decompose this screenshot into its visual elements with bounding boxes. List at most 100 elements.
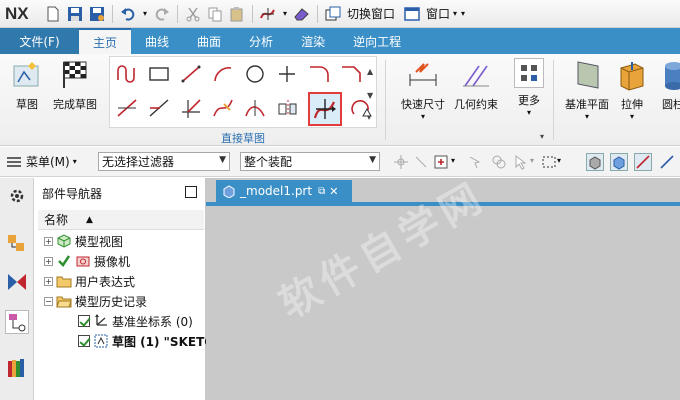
extrude-button[interactable]: 拉伸 ▾ [614,58,650,121]
window-menu[interactable]: 窗口 ▾ ▾ [401,4,465,24]
tree-row-user-expressions[interactable]: + 用户表达式 [44,271,135,291]
chevron-down-icon[interactable]: ▾ [397,112,449,121]
expand-icon[interactable]: + [44,256,53,266]
redo-icon[interactable] [152,4,172,24]
reuse-library-icon[interactable] [5,356,29,380]
quick-trim-icon[interactable] [114,95,140,121]
sketch-curve-on-face-icon[interactable] [308,92,342,126]
visibility-checkbox[interactable] [78,315,90,327]
profile-icon[interactable] [114,61,140,87]
gear-icon[interactable] [5,184,29,208]
switch-window-icon[interactable] [323,4,343,24]
finish-flag-icon [58,58,92,92]
cut-icon[interactable] [183,4,203,24]
assembly-navigator-icon[interactable] [5,230,29,254]
view-shaded-icon[interactable] [586,153,604,171]
finish-sketch-button[interactable]: 完成草图 [52,58,98,112]
copy-icon[interactable] [205,4,225,24]
tab-home[interactable]: 主页 [79,28,132,54]
circle-icon[interactable] [242,61,268,87]
intersection-snap-icon[interactable] [490,153,508,171]
save-as-icon[interactable] [87,4,107,24]
tab-reverse-engineering[interactable]: 逆向工程 [339,28,415,54]
tree-row-datum-csys[interactable]: 基准坐标系 (0) [78,311,193,331]
maximize-icon[interactable] [185,186,197,198]
eraser-icon[interactable] [292,4,312,24]
make-corner-icon[interactable] [178,95,204,121]
cylinder-button[interactable]: 圆柱 [654,58,680,112]
chevron-down-icon[interactable]: ▼ [367,91,373,100]
save-icon[interactable] [65,4,85,24]
derived-lines-icon[interactable] [242,95,268,121]
new-file-icon[interactable] [43,4,63,24]
menu-button[interactable]: 菜单(M) ▾ [6,153,77,170]
mirror-curve-icon[interactable] [274,95,300,121]
type-filter-select[interactable]: 无选择过滤器 ▼ [98,152,230,171]
tree-row-model-views[interactable]: + 模型视图 [44,231,123,251]
point-icon[interactable] [274,61,300,87]
chevron-down-icon[interactable]: ▾ [530,156,534,165]
undo-icon[interactable] [118,4,138,24]
sketch-button[interactable]: 草图 [4,58,50,112]
expand-icon[interactable]: + [44,276,53,286]
part-navigator-icon[interactable] [5,310,29,334]
chamfer-icon[interactable] [338,61,364,87]
chevron-up-icon[interactable]: ▲ [367,67,373,76]
chevron-down-icon[interactable]: ▾ [461,9,465,18]
chevron-down-icon[interactable]: ▾ [557,156,561,165]
close-icon[interactable]: ✕ [329,185,338,198]
sketch-curve-icon[interactable] [258,4,278,24]
switch-window-label[interactable]: 切换窗口 [347,5,395,22]
rectangle-select-icon[interactable] [540,153,558,171]
expand-gallery-icon[interactable]: ▾ [367,113,371,122]
paste-icon[interactable] [227,4,247,24]
undo-dropdown-icon[interactable]: ▾ [140,4,150,24]
tree-row-model-history[interactable]: − 模型历史记录 [44,291,147,311]
fillet-icon[interactable] [306,61,332,87]
point-select-icon[interactable] [412,153,430,171]
navigator-header: 部件导航器 [34,178,206,208]
curve-snap-icon[interactable] [634,153,652,171]
tab-analysis[interactable]: 分析 [235,28,287,54]
tab-file[interactable]: 文件(F) [0,28,79,54]
studio-spline-icon[interactable] [210,95,236,121]
window-icon [402,4,422,24]
tab-surface[interactable]: 曲面 [183,28,235,54]
line-icon[interactable] [178,61,204,87]
selection-scope-select[interactable]: 整个装配 ▼ [240,152,380,171]
selection-options-icon[interactable] [432,153,450,171]
curve-dropdown-icon[interactable]: ▾ [280,4,290,24]
chevron-down-icon[interactable]: ▾ [540,132,544,141]
geometric-constraints-button[interactable]: 几何约束 [450,58,502,112]
chevron-down-icon[interactable]: ▾ [614,112,650,121]
rapid-dimension-button[interactable]: 快速尺寸 ▾ [397,58,449,121]
chevron-down-icon[interactable]: ▾ [509,108,549,117]
tree-row-label: 草图 (1) "SKETC [112,334,214,349]
cursor-select-icon[interactable] [512,153,530,171]
chevron-down-icon: ▾ [72,157,77,166]
constraint-navigator-icon[interactable] [5,270,29,294]
sketch-icon [10,58,44,92]
tab-curve[interactable]: 曲线 [131,28,183,54]
column-header-name[interactable]: 名称 ▲ [38,210,204,230]
arc-icon[interactable] [210,61,236,87]
type-filter-value: 无选择过滤器 [102,155,175,169]
tree-row-sketch[interactable]: 草图 (1) "SKETC [78,331,213,351]
expand-icon[interactable]: + [44,236,53,246]
view-3d-icon[interactable] [610,153,628,171]
more-button[interactable]: 更多 ▾ [509,58,549,117]
pin-icon[interactable]: ⧉ [318,186,325,197]
document-tab[interactable]: _model1.prt ⧉ ✕ [216,180,352,202]
tree-row-cameras[interactable]: + 摄像机 [44,251,130,271]
tab-render[interactable]: 渲染 [287,28,339,54]
collapse-icon[interactable]: − [44,296,53,306]
rectangle-icon[interactable] [146,61,172,87]
graphics-window[interactable]: _model1.prt ⧉ ✕ 软件自学网 [206,173,680,400]
chevron-down-icon[interactable]: ▾ [451,156,455,165]
chevron-down-icon[interactable]: ▾ [560,112,614,121]
datum-plane-button[interactable]: 基准平面 ▾ [560,58,614,121]
line-snap-icon[interactable] [658,153,676,171]
quick-extend-icon[interactable] [146,95,172,121]
visibility-checkbox[interactable] [78,335,90,347]
snap-point-icon[interactable] [392,153,410,171]
